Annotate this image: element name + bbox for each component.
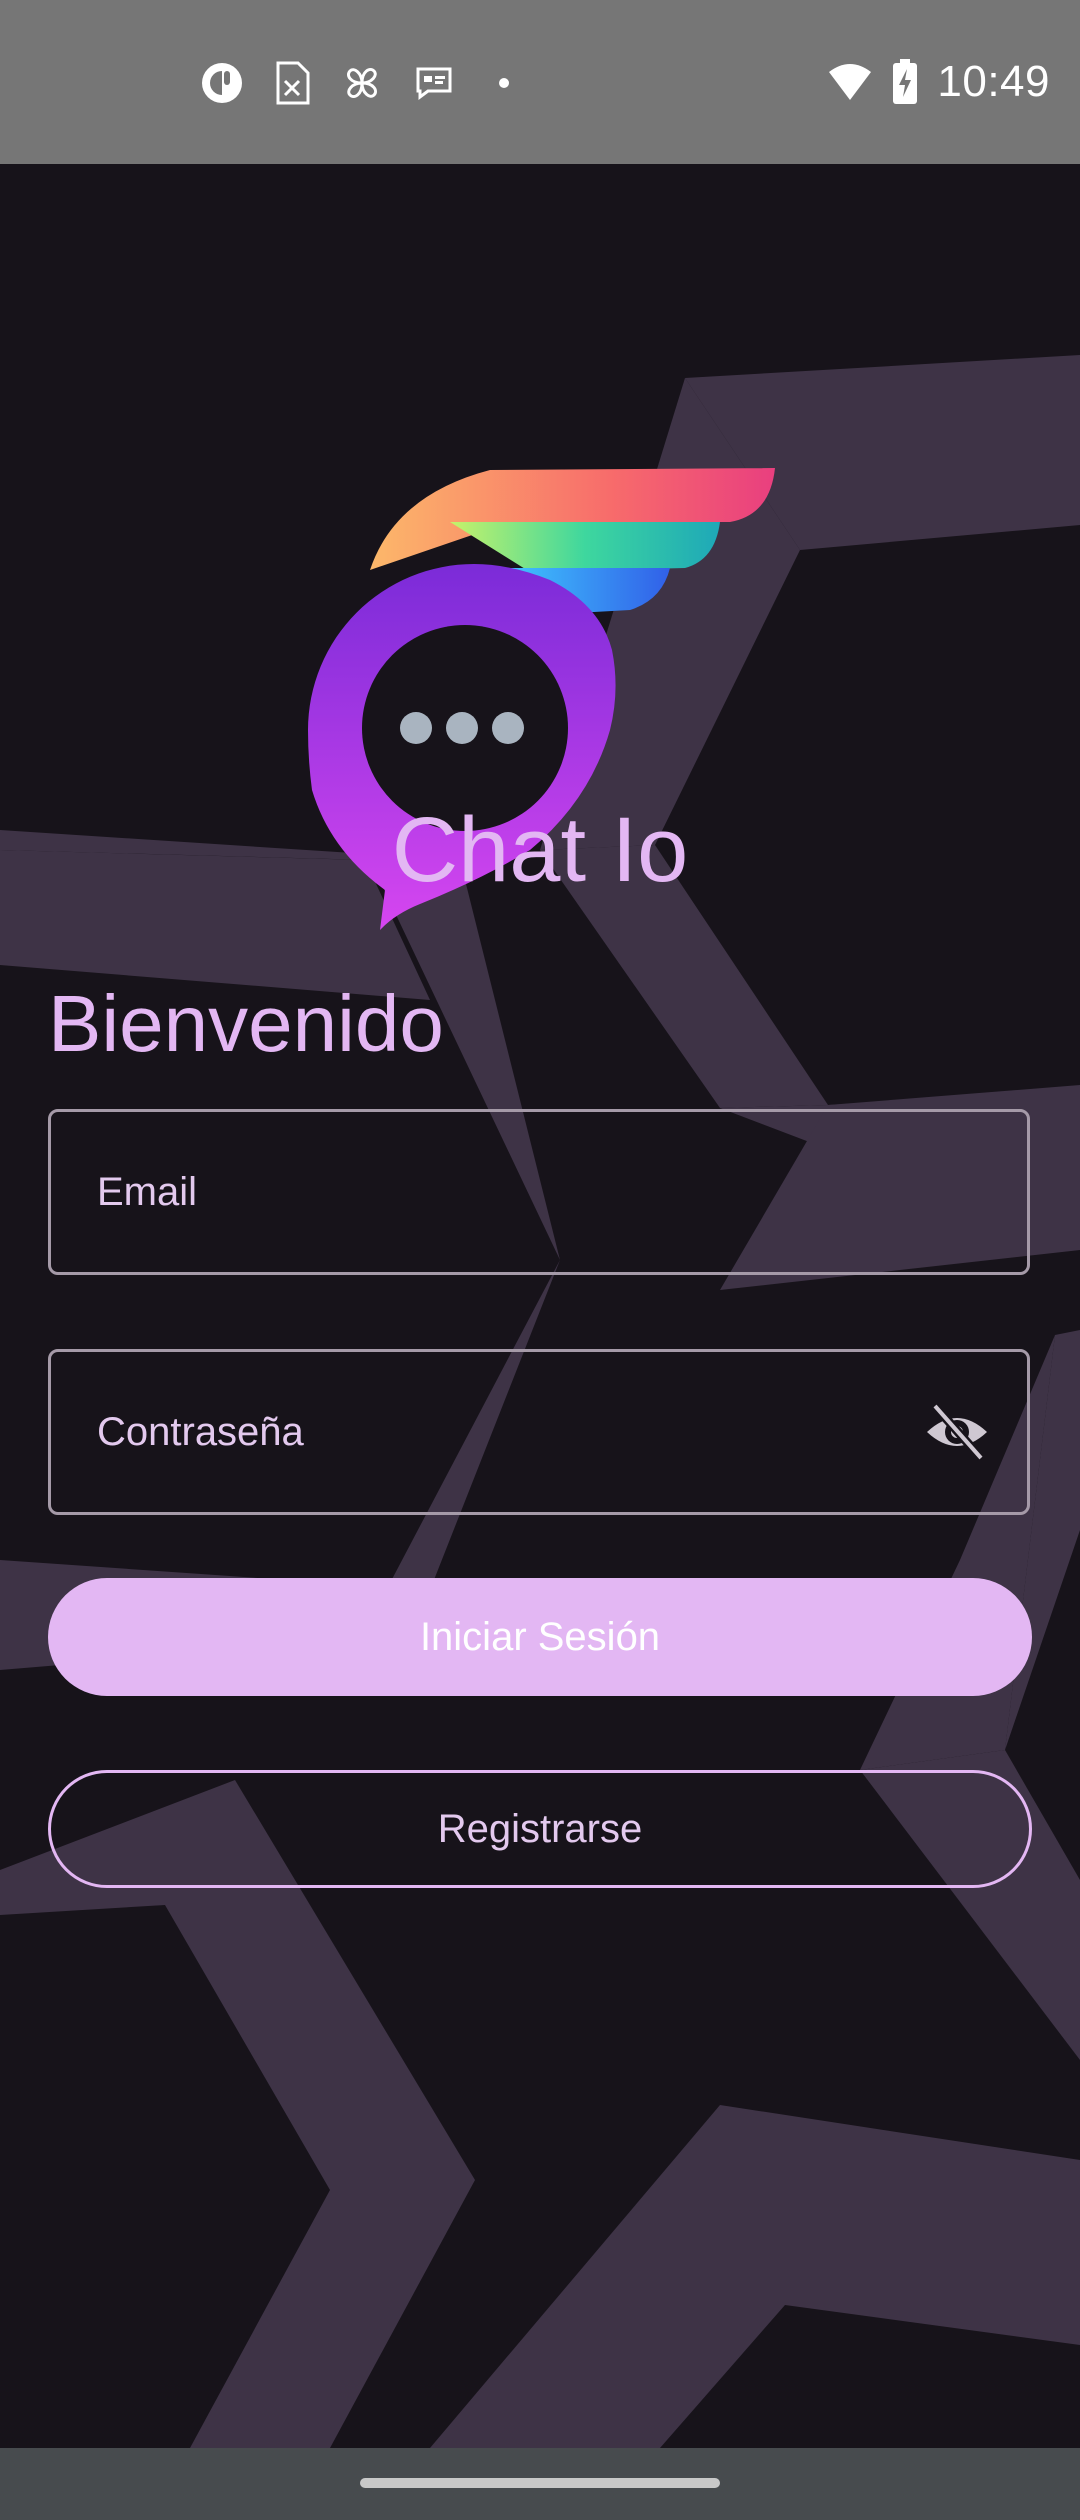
dot-icon [499,78,509,88]
sim-card-x-icon [276,61,310,105]
welcome-heading: Bienvenido [48,979,444,1068]
pinwheel-icon [347,68,377,98]
app-title: Chat Io [391,799,689,901]
register-button[interactable]: Registrarse [48,1770,1032,1888]
password-placeholder: Contraseña [97,1409,304,1454]
email-field[interactable]: Email [48,1109,1030,1275]
app-circle-icon [202,63,242,103]
status-bar: 10:49 [0,0,1080,164]
clock: 10:49 [937,57,1050,106]
system-icons: 10:49 [827,50,1050,114]
email-placeholder: Email [97,1169,198,1214]
login-button[interactable]: Iniciar Sesión [48,1578,1032,1696]
message-badge-icon [416,67,452,100]
wifi-icon [829,64,872,100]
login-screen: Chat Io Bienvenido Email Contraseña Inic… [0,164,1080,2448]
battery-charging-icon [893,59,918,104]
password-field[interactable]: Contraseña [48,1349,1030,1515]
eye-off-icon[interactable] [923,1398,991,1466]
notification-icons [200,58,524,108]
home-gesture-handle[interactable] [360,2478,720,2488]
